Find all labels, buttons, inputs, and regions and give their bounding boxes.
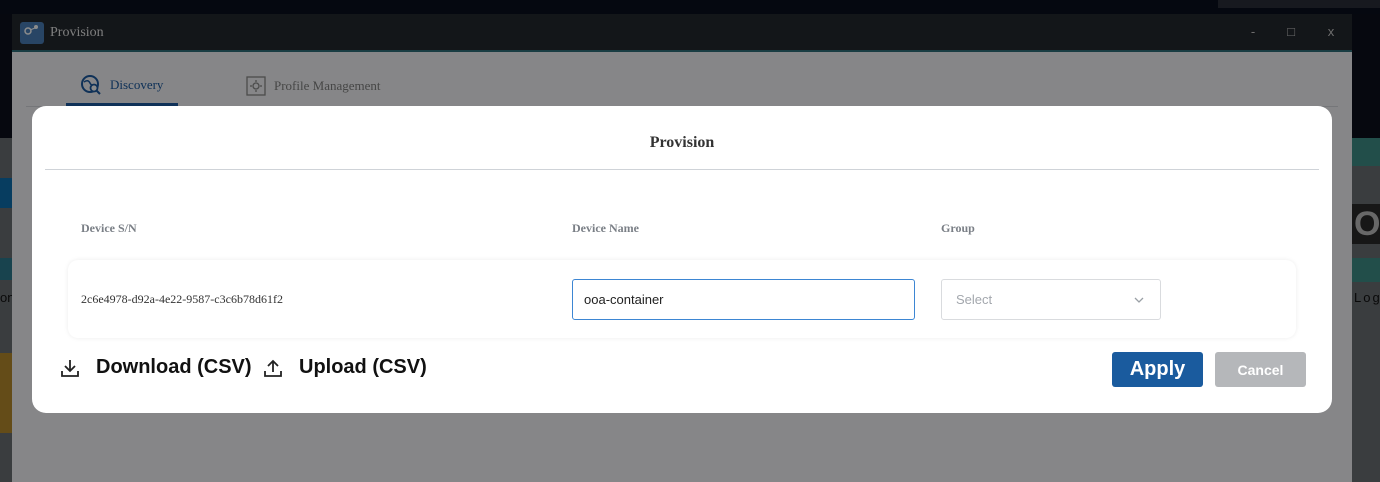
download-csv-button[interactable]: Download (CSV) <box>60 356 252 379</box>
column-header-serial: Device S/N <box>81 221 137 235</box>
apply-button[interactable]: Apply <box>1112 352 1203 387</box>
cancel-button[interactable]: Cancel <box>1215 352 1306 387</box>
upload-icon <box>263 358 283 378</box>
column-header-device-name: Device Name <box>572 221 639 235</box>
upload-csv-label: Upload (CSV) <box>299 356 427 378</box>
chevron-down-icon <box>1133 293 1145 311</box>
provision-dialog: Provision Device S/N Device Name Group 2… <box>32 106 1332 413</box>
group-select[interactable]: Select <box>941 279 1161 320</box>
divider <box>45 169 1319 170</box>
dialog-title: Provision <box>649 134 715 151</box>
download-icon <box>60 358 80 378</box>
column-header-group: Group <box>941 221 975 235</box>
device-serial-value: 2c6e4978-d92a-4e22-9587-c3c6b78d61f2 <box>81 292 283 306</box>
group-select-placeholder: Select <box>956 292 993 307</box>
download-csv-label: Download (CSV) <box>96 356 252 378</box>
device-row: 2c6e4978-d92a-4e22-9587-c3c6b78d61f2 Sel… <box>68 260 1296 338</box>
upload-csv-button[interactable]: Upload (CSV) <box>263 356 427 379</box>
device-name-input[interactable] <box>572 279 915 320</box>
